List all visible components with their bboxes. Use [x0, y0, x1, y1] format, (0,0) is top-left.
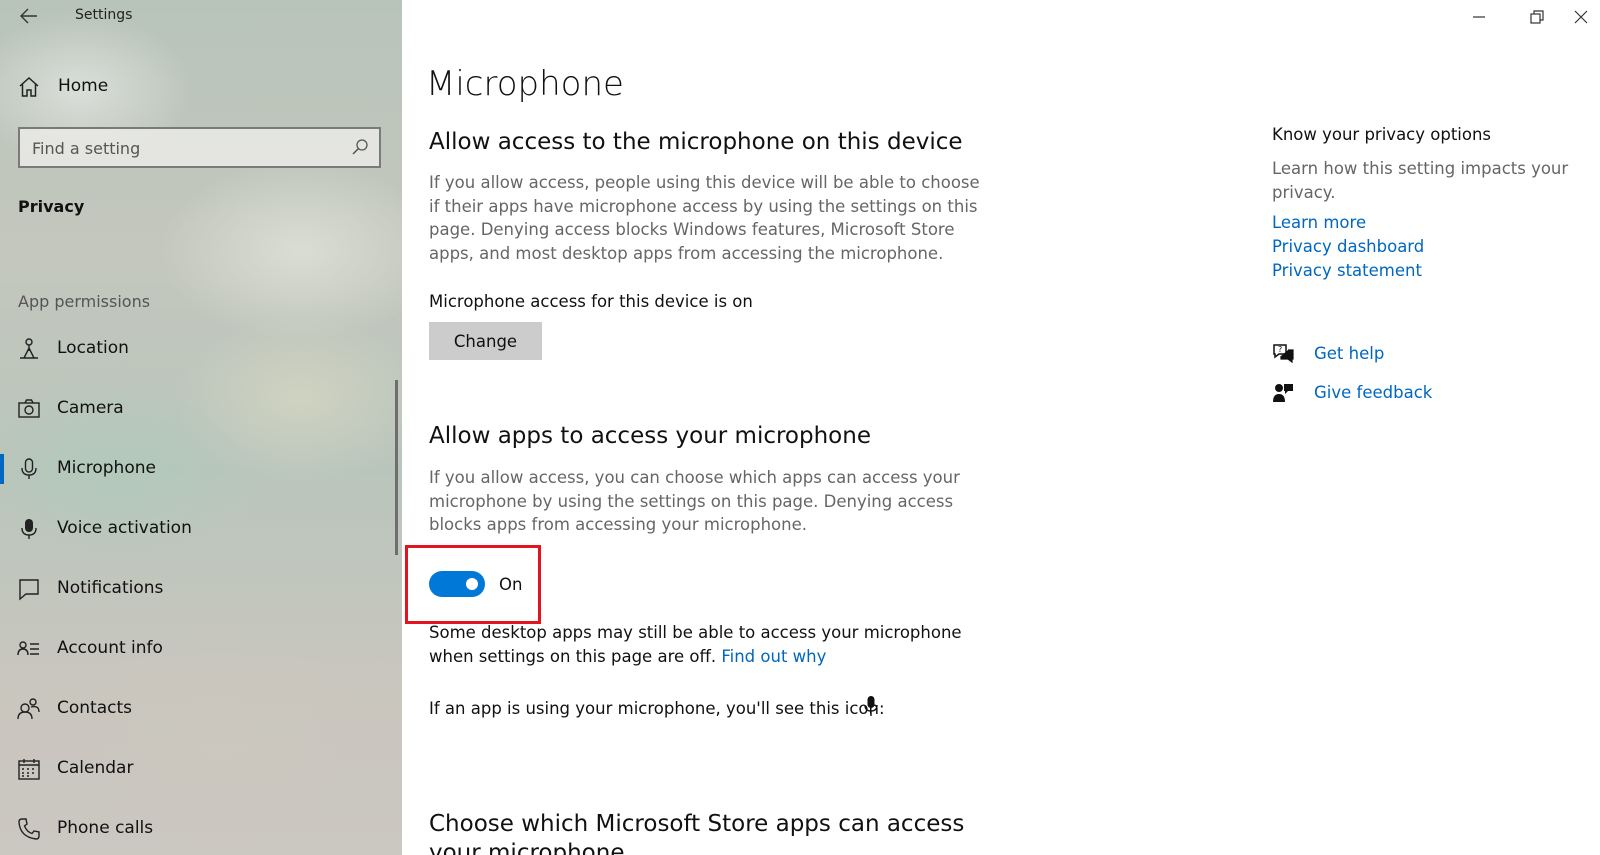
sidebar-item-home[interactable]: Home	[0, 64, 402, 110]
privacy-options-description: Learn how this setting impacts your priv…	[1272, 159, 1569, 202]
search-icon	[352, 139, 368, 155]
sidebar-item-label: Microphone	[57, 458, 156, 478]
contacts-icon	[17, 698, 40, 720]
sidebar-item-label: Camera	[57, 398, 124, 418]
svg-text:?: ?	[1278, 345, 1282, 354]
get-help-label: Get help	[1314, 344, 1385, 363]
give-feedback-icon	[1273, 384, 1293, 402]
get-help-icon: ?	[1273, 344, 1294, 364]
search-input[interactable]	[32, 135, 332, 161]
camera-icon	[18, 399, 40, 418]
active-indicator	[0, 454, 4, 484]
learn-more-link[interactable]: Learn more	[1272, 213, 1366, 232]
desktop-apps-note: Some desktop apps may still be able to a…	[429, 621, 989, 668]
app-title: Settings	[75, 7, 133, 23]
sidebar-item-notifications[interactable]: Notifications	[0, 564, 395, 614]
icon-explanation: If an app is using your microphone, you'…	[429, 699, 885, 718]
page-title: Microphone	[426, 64, 624, 104]
note-text: Some desktop apps may still be able to a…	[429, 623, 962, 666]
sidebar-item-label: Contacts	[57, 698, 132, 718]
sidebar-item-microphone[interactable]: Microphone	[0, 444, 395, 494]
privacy-options-title: Know your privacy options	[1272, 125, 1492, 144]
sidebar-scrollbar[interactable]	[395, 380, 398, 555]
home-icon	[19, 76, 39, 97]
toggle-knob	[466, 578, 478, 590]
sidebar-item-phone-calls[interactable]: Phone calls	[0, 804, 395, 854]
privacy-dashboard-link[interactable]: Privacy dashboard	[1272, 237, 1424, 256]
voice-activation-icon	[21, 519, 37, 539]
restore-button[interactable]	[1514, 0, 1560, 34]
group-title: App permissions	[18, 292, 151, 311]
search-box[interactable]	[18, 127, 381, 168]
sidebar-item-label: Phone calls	[57, 818, 154, 838]
sidebar-item-voice-activation[interactable]: Voice activation	[0, 504, 395, 554]
section-title: Privacy	[18, 197, 85, 216]
give-feedback-link[interactable]: Give feedback	[1272, 378, 1532, 408]
give-feedback-label: Give feedback	[1314, 383, 1433, 402]
account-info-icon	[17, 641, 39, 656]
apps-access-toggle[interactable]	[429, 571, 485, 597]
apps-access-heading: Allow apps to access your microphone	[429, 423, 871, 449]
minimize-icon	[1473, 16, 1485, 18]
sidebar-item-label: Account info	[57, 638, 163, 658]
microphone-in-use-icon	[864, 696, 878, 716]
device-access-state: Microphone access for this device is on	[429, 292, 753, 311]
back-arrow-icon	[20, 8, 37, 24]
privacy-statement-link[interactable]: Privacy statement	[1272, 261, 1422, 280]
sidebar-item-account-info[interactable]: Account info	[0, 624, 395, 674]
notifications-icon	[19, 579, 39, 601]
sidebar-item-label: Voice activation	[57, 518, 192, 538]
get-help-link[interactable]: ? Get help	[1272, 339, 1532, 369]
device-access-description: If you allow access, people using this d…	[429, 173, 980, 263]
sidebar-item-label: Location	[57, 338, 129, 358]
toggle-state-label: On	[499, 575, 523, 594]
close-button[interactable]	[1558, 0, 1600, 34]
device-access-heading: Allow access to the microphone on this d…	[429, 129, 963, 155]
store-apps-heading: Choose which Microsoft Store apps can ac…	[429, 811, 965, 855]
close-icon	[1574, 10, 1588, 24]
calendar-icon	[18, 759, 40, 780]
apps-access-description: If you allow access, you can choose whic…	[429, 468, 960, 534]
change-button[interactable]: Change	[429, 322, 542, 360]
sidebar-item-location[interactable]: Location	[0, 324, 395, 374]
restore-icon	[1530, 10, 1544, 24]
minimize-button[interactable]	[1456, 0, 1502, 34]
sidebar-item-camera[interactable]: Camera	[0, 384, 395, 434]
sidebar: Settings Home Privacy App permissions Lo…	[0, 0, 402, 855]
sidebar-item-label: Notifications	[57, 578, 164, 598]
location-icon	[20, 338, 38, 359]
back-button[interactable]	[14, 0, 44, 32]
microphone-icon	[21, 458, 37, 479]
find-out-why-link[interactable]: Find out why	[721, 647, 826, 666]
sidebar-item-label: Calendar	[57, 758, 134, 778]
sidebar-item-contacts[interactable]: Contacts	[0, 684, 395, 734]
sidebar-item-calendar[interactable]: Calendar	[0, 744, 395, 794]
home-label: Home	[58, 76, 109, 96]
phone-icon	[18, 818, 40, 840]
